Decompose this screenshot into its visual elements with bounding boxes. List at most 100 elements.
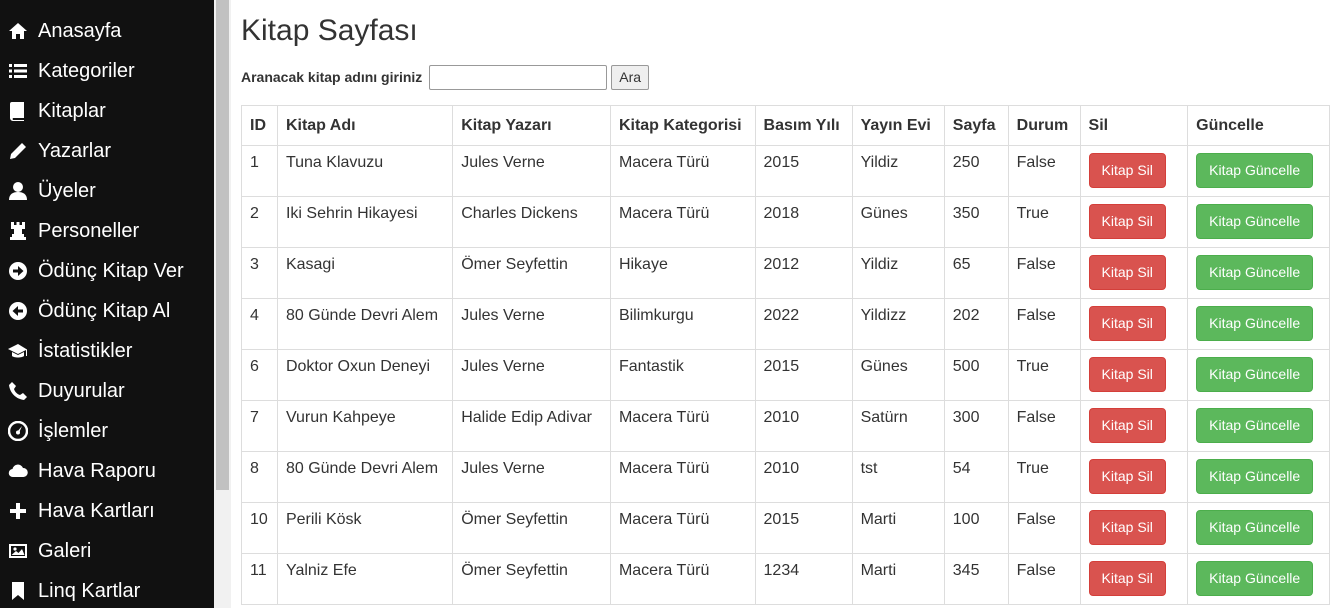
table-cell: Ömer Seyfettin [452, 247, 611, 299]
column-header: Sayfa [943, 105, 1009, 146]
table-cell: 2 [241, 196, 278, 248]
update-book-button[interactable]: Kitap Güncelle [1196, 459, 1314, 494]
table-cell: Satürn [851, 400, 945, 452]
scrollbar-thumb[interactable] [216, 0, 229, 490]
table-cell: False [1007, 298, 1081, 350]
search-button[interactable]: Ara [611, 64, 650, 90]
sidebar-item-label: Personeller [38, 219, 140, 242]
update-book-button[interactable]: Kitap Güncelle [1196, 306, 1314, 341]
update-book-button[interactable]: Kitap Güncelle [1196, 510, 1314, 545]
sidebar-item-uyeler[interactable]: Üyeler [0, 171, 214, 211]
column-header: Güncelle [1187, 105, 1330, 146]
update-book-button[interactable]: Kitap Güncelle [1196, 408, 1314, 443]
table-cell: 2010 [754, 400, 853, 452]
sidebar-item-label: Üyeler [38, 179, 96, 202]
table-cell: Macera Türü [609, 400, 756, 452]
delete-book-button[interactable]: Kitap Sil [1088, 255, 1166, 290]
update-book-button[interactable]: Kitap Güncelle [1196, 255, 1314, 290]
delete-cell: Kitap Sil [1079, 145, 1189, 197]
table-cell: Iki Sehrin Hikayesi [276, 196, 454, 248]
table-cell: 300 [943, 400, 1009, 452]
table-cell: 1 [241, 145, 278, 197]
delete-book-button[interactable]: Kitap Sil [1088, 357, 1166, 392]
table-body: 1 Tuna Klavuzu Jules Verne Macera Türü 2015 Y… [241, 145, 1330, 605]
education-icon [7, 340, 29, 362]
table-cell: Doktor Oxun Deneyi [276, 349, 454, 401]
sidebar-item-yazarlar[interactable]: Yazarlar [0, 131, 214, 171]
update-book-button[interactable]: Kitap Güncelle [1196, 357, 1314, 392]
cloud-icon [7, 460, 29, 482]
books-table: ID Kitap Adı Kitap Yazarı Kitap Kategorisi B… [241, 105, 1330, 605]
table-cell: Kasagi [276, 247, 454, 299]
user-icon [7, 180, 29, 202]
sidebar-item-linq-kartlar[interactable]: Linq Kartlar [0, 571, 214, 608]
table-cell: 6 [241, 349, 278, 401]
delete-book-button[interactable]: Kitap Sil [1088, 204, 1166, 239]
pencil-icon [7, 140, 29, 162]
sidebar-item-kategoriler[interactable]: Kategoriler [0, 51, 214, 91]
search-label: Aranacak kitap adını giriniz [241, 69, 423, 85]
sidebar-item-label: Kategoriler [38, 59, 135, 82]
table-cell: 345 [943, 553, 1009, 605]
sidebar-item-hava-kartlar[interactable]: Hava Kartları [0, 491, 214, 531]
table-cell: 2015 [754, 502, 853, 554]
update-book-button[interactable]: Kitap Güncelle [1196, 153, 1314, 188]
sidebar-item-galeri[interactable]: Galeri [0, 531, 214, 571]
sidebar-item-odunc-kitap-al[interactable]: Ödünç Kitap Al [0, 291, 214, 331]
table-cell: Yildizz [851, 298, 945, 350]
table-row: 6 Doktor Oxun Deneyi Jules Verne Fantastik 2… [241, 349, 1330, 401]
table-cell: 7 [241, 400, 278, 452]
table-cell: Yalniz Efe [276, 553, 454, 605]
sidebar-item-hava-raporu[interactable]: Hava Raporu [0, 451, 214, 491]
table-cell: Marti [851, 553, 945, 605]
sidebar-item-kitaplar[interactable]: Kitaplar [0, 91, 214, 131]
delete-book-button[interactable]: Kitap Sil [1088, 153, 1166, 188]
delete-book-button[interactable]: Kitap Sil [1088, 306, 1166, 341]
table-cell: False [1007, 553, 1081, 605]
sidebar-item-odunc-kitap-ver[interactable]: Ödünç Kitap Ver [0, 251, 214, 291]
table-cell: Bilimkurgu [609, 298, 756, 350]
update-cell: Kitap Güncelle [1187, 502, 1330, 554]
sidebar-item-label: Kitaplar [38, 99, 106, 122]
table-cell: Halide Edip Adivar [452, 400, 611, 452]
table-cell: Yildiz [851, 145, 945, 197]
table-cell: tst [851, 451, 945, 503]
delete-book-button[interactable]: Kitap Sil [1088, 510, 1166, 545]
update-cell: Kitap Güncelle [1187, 196, 1330, 248]
sidebar-item-label: Galeri [38, 539, 92, 562]
table-cell: 500 [943, 349, 1009, 401]
table-cell: 1234 [754, 553, 853, 605]
table-cell: 11 [241, 553, 278, 605]
table-cell: False [1007, 247, 1081, 299]
sidebar-item-personeller[interactable]: Personeller [0, 211, 214, 251]
table-cell: Macera Türü [609, 196, 756, 248]
sidebar-item-label: Linq Kartlar [38, 579, 141, 602]
delete-book-button[interactable]: Kitap Sil [1088, 561, 1166, 596]
sidebar-item-anasayfa[interactable]: Anasayfa [0, 11, 214, 51]
sidebar-item-istatistikler[interactable]: İstatistikler [0, 331, 214, 371]
table-cell: 80 Günde Devri Alem [276, 298, 454, 350]
main-content: Kitap Sayfası Aranacak kitap adını girin… [231, 0, 1334, 608]
sidebar-item-duyurular[interactable]: Duyurular [0, 371, 214, 411]
table-cell: Jules Verne [452, 349, 611, 401]
delete-cell: Kitap Sil [1079, 196, 1189, 248]
table-cell: 2012 [754, 247, 853, 299]
delete-cell: Kitap Sil [1079, 451, 1189, 503]
sidebar-item-islemler[interactable]: İşlemler [0, 411, 214, 451]
update-cell: Kitap Güncelle [1187, 451, 1330, 503]
update-cell: Kitap Güncelle [1187, 553, 1330, 605]
update-book-button[interactable]: Kitap Güncelle [1196, 204, 1314, 239]
table-cell: 54 [943, 451, 1009, 503]
table-row: 8 80 Günde Devri Alem Jules Verne Macera Tü… [241, 451, 1330, 503]
sidebar-item-label: Ödünç Kitap Ver [38, 259, 184, 282]
table-cell: 2022 [754, 298, 853, 350]
home-icon [7, 20, 29, 42]
table-cell: Ömer Seyfettin [452, 502, 611, 554]
table-cell: True [1007, 451, 1081, 503]
sidebar-scrollbar[interactable] [214, 0, 231, 608]
dashboard-icon [7, 420, 29, 442]
update-book-button[interactable]: Kitap Güncelle [1196, 561, 1314, 596]
delete-book-button[interactable]: Kitap Sil [1088, 408, 1166, 443]
search-input[interactable] [429, 64, 608, 90]
delete-book-button[interactable]: Kitap Sil [1088, 459, 1166, 494]
